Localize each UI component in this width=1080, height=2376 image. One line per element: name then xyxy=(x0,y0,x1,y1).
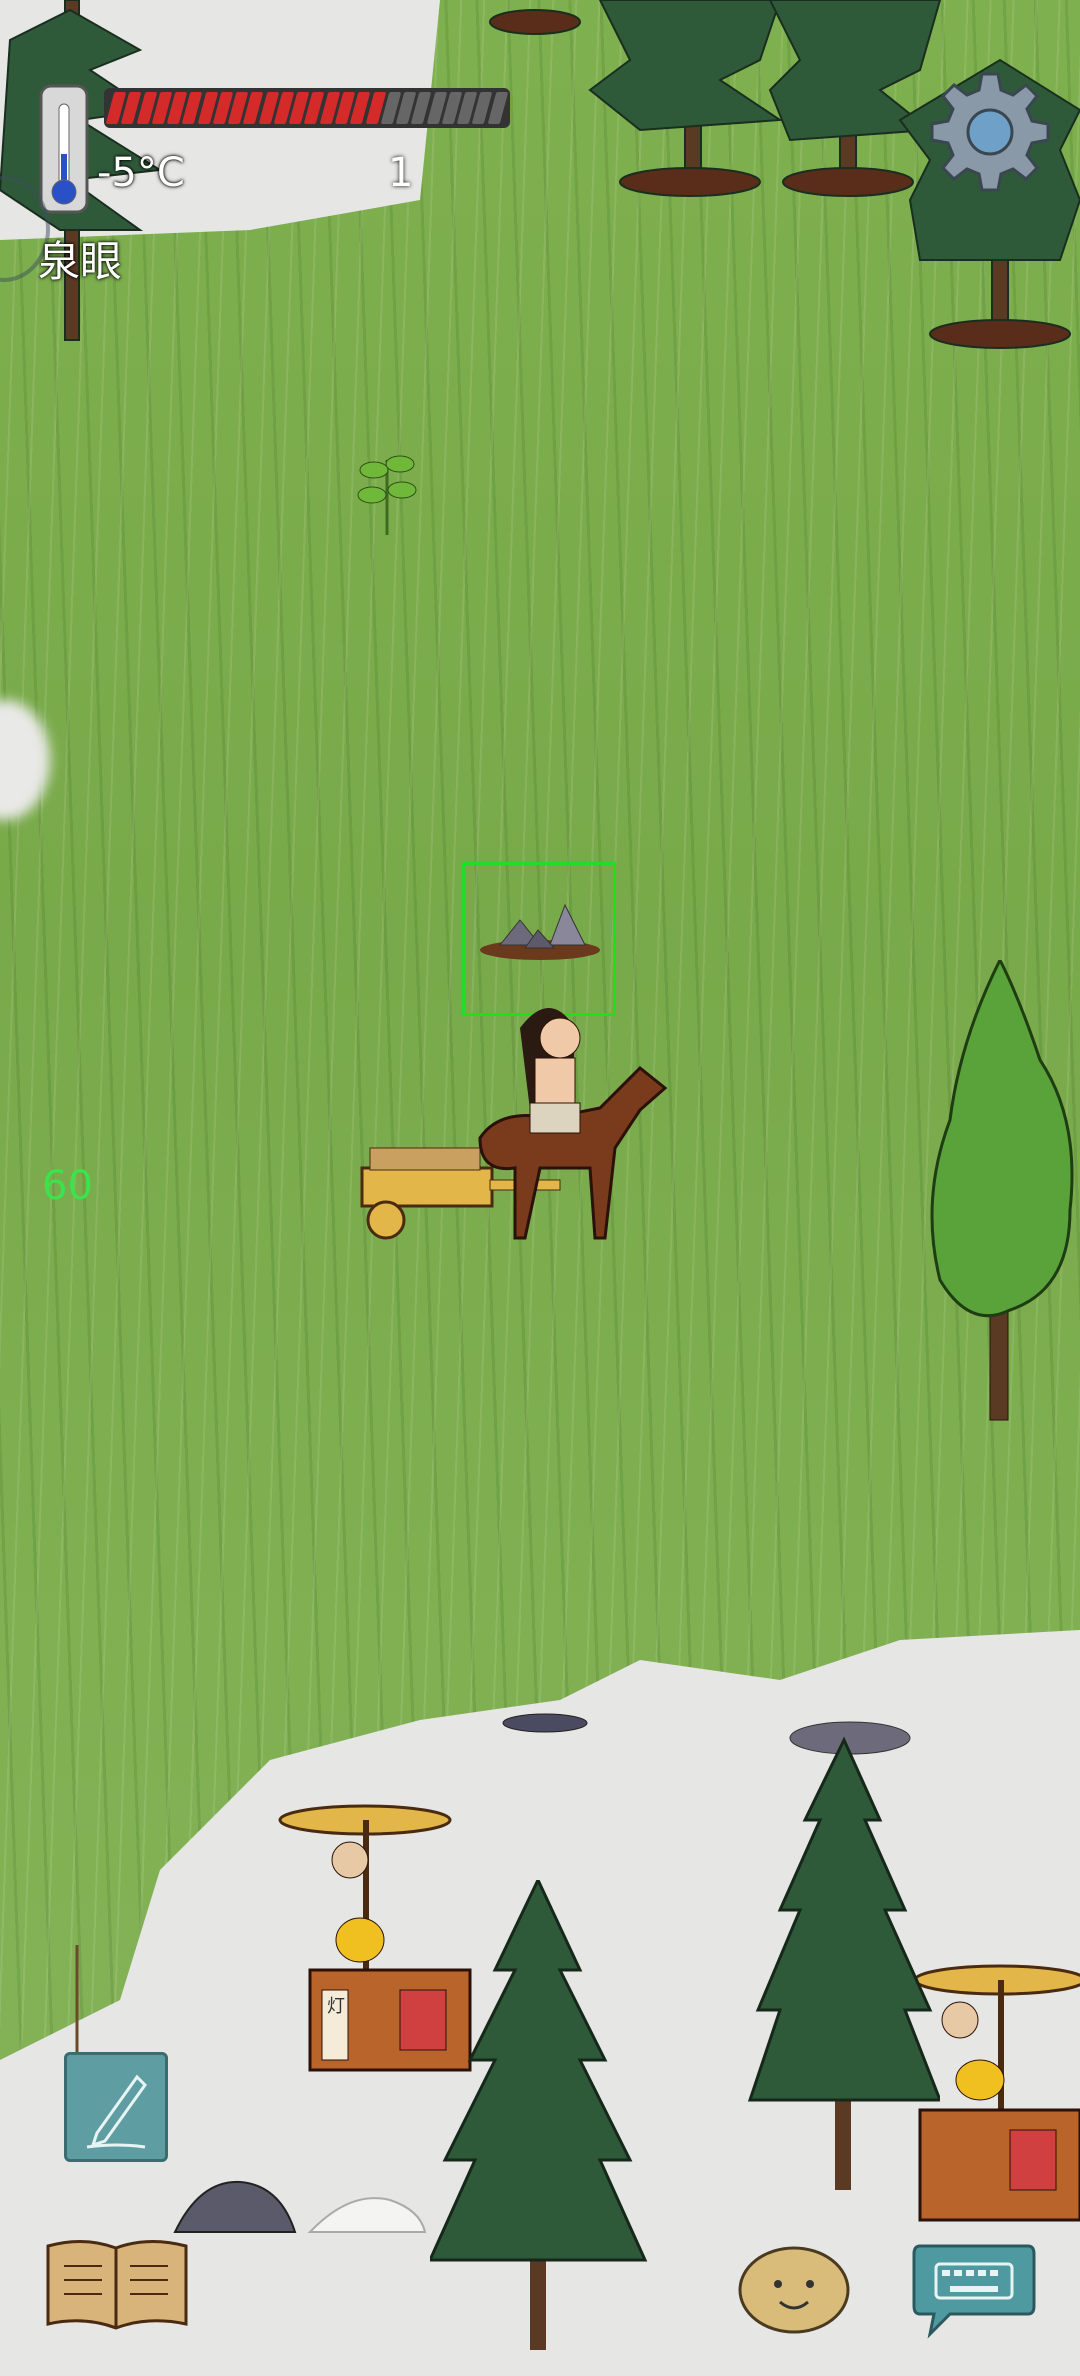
flint-rock[interactable] xyxy=(500,1705,590,1735)
fps-counter: 60 xyxy=(42,1163,93,1209)
ground-rocks[interactable] xyxy=(170,2170,430,2240)
potato-face-icon[interactable] xyxy=(736,2242,852,2338)
note-button[interactable] xyxy=(64,2052,168,2162)
temperature-readout: -5°C xyxy=(97,150,185,196)
pine-tree-2[interactable] xyxy=(740,1720,940,2200)
game-world[interactable]: 灯 xyxy=(0,0,1080,2376)
keyboard-icon[interactable] xyxy=(910,2236,1038,2340)
dead-sapling xyxy=(75,1945,79,2065)
pine-tree[interactable] xyxy=(430,1880,650,2360)
food-count: 1 xyxy=(388,150,414,196)
book-icon[interactable] xyxy=(44,2236,190,2332)
sapling[interactable] xyxy=(352,440,422,540)
temperature-meter xyxy=(104,88,510,128)
gear-icon[interactable] xyxy=(928,70,1052,194)
player-horse-cart[interactable] xyxy=(350,998,680,1248)
pencil-icon xyxy=(86,2074,147,2149)
juniper-tree[interactable] xyxy=(920,960,1080,1440)
thermometer-icon xyxy=(39,84,89,214)
location-name: 泉眼 xyxy=(38,237,123,286)
stall-sign: 灯 xyxy=(327,1996,345,2017)
selection-highlight xyxy=(462,862,616,1016)
